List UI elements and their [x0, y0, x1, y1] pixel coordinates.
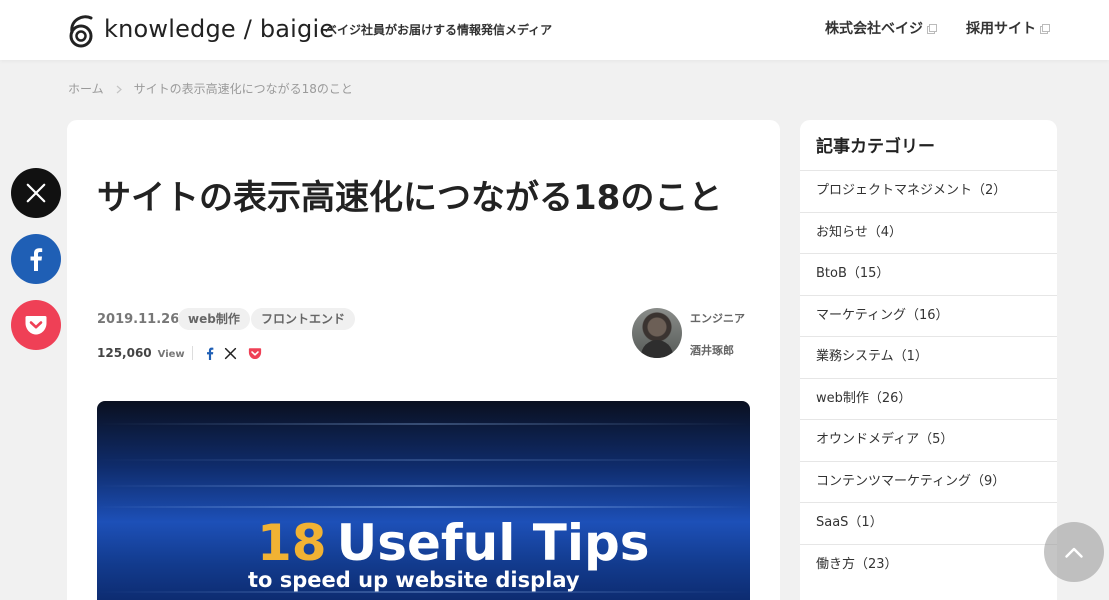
category-sidebar: 記事カテゴリー プロジェクトマネジメント（2） お知らせ（4） BtoB（15）… — [800, 120, 1057, 600]
baigie-logo-icon[interactable] — [67, 12, 95, 48]
article-title: サイトの表示高速化につながる18のこと — [97, 178, 723, 218]
site-header: knowledge / baigie ベイジ社員がお届けする情報発信メディア 株… — [0, 0, 1109, 60]
external-link-icon — [1040, 24, 1050, 34]
recruit-site-label: 採用サイト — [966, 21, 1036, 37]
inline-share-facebook[interactable] — [203, 346, 217, 360]
hero-headline: 18 Useful Tips — [257, 513, 650, 573]
external-link-icon — [927, 24, 937, 34]
category-item[interactable]: オウンドメディア（5） — [800, 419, 1057, 461]
pocket-icon — [248, 347, 262, 359]
light-streak — [97, 423, 750, 425]
category-item[interactable]: web制作（26） — [800, 377, 1057, 420]
hero-image: 18 Useful Tips to speed up website displa… — [97, 401, 750, 600]
share-x-button[interactable] — [11, 168, 61, 218]
x-icon — [224, 347, 236, 359]
light-streak — [97, 485, 750, 487]
light-streak — [97, 459, 750, 461]
category-item[interactable]: SaaS（1） — [800, 502, 1057, 544]
company-site-link[interactable]: 株式会社ベイジ — [825, 19, 937, 39]
breadcrumb-home-link[interactable]: ホーム — [68, 81, 104, 97]
article-date: 2019.11.26 — [97, 312, 180, 327]
tag-web-production[interactable]: web制作 — [178, 308, 250, 330]
category-item[interactable]: 業務システム（1） — [800, 336, 1057, 378]
breadcrumb-current: サイトの表示高速化につながる18のこと — [133, 82, 353, 96]
hero-headline-text: Useful Tips — [336, 514, 650, 572]
author-avatar[interactable] — [632, 308, 682, 358]
share-pocket-button[interactable] — [11, 300, 61, 350]
chevron-right-icon — [116, 85, 122, 94]
site-tagline: ベイジ社員がお届けする情報発信メディア — [325, 23, 553, 37]
category-item[interactable]: マーケティング（16） — [800, 294, 1057, 337]
inline-share-x[interactable] — [223, 346, 237, 360]
share-facebook-button[interactable] — [11, 234, 61, 284]
hero-subline: to speed up website display — [248, 568, 580, 592]
category-item[interactable]: プロジェクトマネジメント（2） — [800, 170, 1057, 212]
tag-frontend[interactable]: フロントエンド — [251, 308, 356, 330]
x-icon — [26, 183, 46, 203]
category-item[interactable]: お知らせ（4） — [800, 211, 1057, 254]
light-streak — [97, 506, 750, 508]
category-list: プロジェクトマネジメント（2） お知らせ（4） BtoB（15） マーケティング… — [800, 170, 1057, 585]
avatar-body — [641, 340, 673, 358]
pocket-icon — [25, 316, 47, 335]
site-logo-text[interactable]: knowledge / baigie — [104, 14, 334, 44]
view-count-suffix: View — [157, 349, 185, 360]
category-item[interactable]: BtoB（15） — [800, 253, 1057, 295]
inline-share-pocket[interactable] — [248, 346, 262, 360]
recruit-site-link[interactable]: 採用サイト — [966, 19, 1050, 39]
facebook-icon — [30, 248, 43, 271]
author-role: エンジニア — [690, 312, 745, 325]
view-count: 125,060 View — [97, 345, 185, 363]
back-to-top-button[interactable] — [1044, 522, 1104, 582]
article-card: サイトの表示高速化につながる18のこと 2019.11.26 web制作 フロン… — [67, 120, 780, 600]
view-count-number: 125,060 — [97, 346, 152, 360]
category-item[interactable]: コンテンツマーケティング（9） — [800, 460, 1057, 503]
category-item[interactable]: 働き方（23） — [800, 543, 1057, 586]
chevron-up-icon — [1065, 547, 1083, 558]
sidebar-title: 記事カテゴリー — [816, 137, 935, 157]
company-site-label: 株式会社ベイジ — [825, 21, 923, 37]
hero-number: 18 — [257, 514, 327, 572]
author-name[interactable]: 酒井琢郎 — [690, 342, 734, 358]
divider — [192, 346, 193, 360]
facebook-icon — [207, 347, 214, 360]
breadcrumb: ホーム サイトの表示高速化につながる18のこと — [68, 81, 353, 97]
